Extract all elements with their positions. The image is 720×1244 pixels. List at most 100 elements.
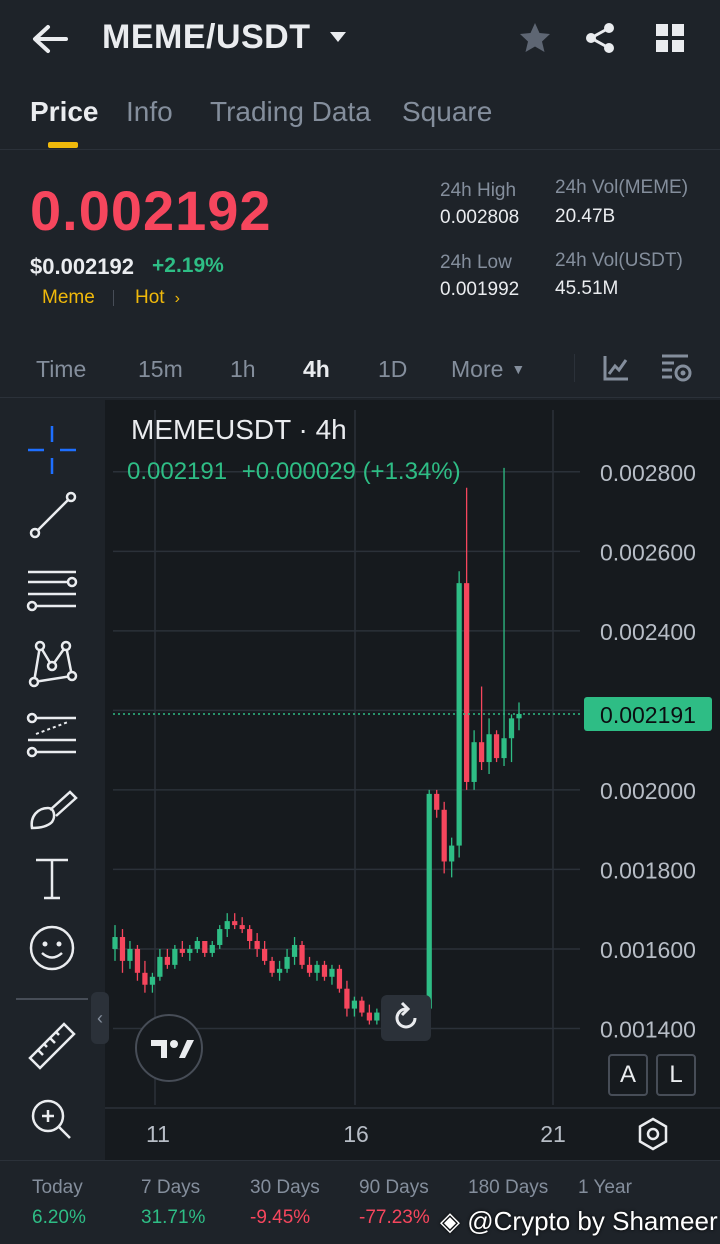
candle-body bbox=[149, 976, 156, 985]
share-icon[interactable] bbox=[582, 20, 618, 56]
perf-value: -9.45% bbox=[250, 1207, 311, 1228]
chart-symbol: MEMEUSDT · 4h bbox=[131, 414, 347, 445]
candle-body bbox=[464, 583, 470, 782]
candle-body bbox=[329, 968, 335, 977]
current-price-label: 0.002191 bbox=[600, 702, 696, 728]
header: MEME/USDT bbox=[0, 0, 720, 80]
reset-chart-button[interactable] bbox=[381, 995, 431, 1041]
tab-square[interactable]: Square bbox=[402, 96, 492, 128]
zoom-in-icon[interactable] bbox=[22, 1086, 82, 1146]
candle-body bbox=[449, 845, 455, 862]
trend-line-icon[interactable] bbox=[22, 486, 82, 546]
candle-body bbox=[374, 1012, 380, 1021]
horizontal-lines-icon[interactable] bbox=[22, 560, 82, 620]
candle-body bbox=[119, 937, 126, 961]
pattern-icon[interactable] bbox=[22, 632, 82, 692]
interval-1h[interactable]: 1h bbox=[230, 356, 256, 383]
perf-90d[interactable]: 90 Days -77.23% bbox=[359, 1177, 430, 1229]
y-tick-label: 0.002800 bbox=[600, 460, 696, 486]
y-tick-label: 0.002400 bbox=[600, 619, 696, 645]
watermark-text: @Crypto by Shameer bbox=[467, 1206, 718, 1236]
fib-retracement-icon[interactable] bbox=[22, 704, 82, 764]
toolbar-divider bbox=[16, 998, 88, 1000]
indicator-icon[interactable] bbox=[602, 354, 630, 382]
tab-info[interactable]: Info bbox=[126, 96, 173, 128]
y-tick-label: 0.002000 bbox=[600, 778, 696, 804]
tag-hot-label: Hot bbox=[135, 287, 165, 308]
candle-body bbox=[501, 738, 507, 759]
perf-label: 30 Days bbox=[250, 1177, 320, 1198]
tab-trading-data[interactable]: Trading Data bbox=[210, 96, 371, 128]
grid-icon[interactable] bbox=[652, 20, 688, 56]
interval-divider bbox=[574, 354, 575, 382]
drawing-toolbar bbox=[0, 400, 105, 1160]
candle-body bbox=[306, 964, 313, 973]
ruler-icon[interactable] bbox=[22, 1016, 82, 1076]
candle-body bbox=[471, 742, 477, 782]
x-tick-label: 16 bbox=[343, 1121, 369, 1147]
auto-scale-button[interactable]: A bbox=[608, 1054, 648, 1096]
tab-price[interactable]: Price bbox=[30, 96, 99, 128]
last-price: 0.002192 bbox=[30, 179, 272, 242]
y-tick-label: 0.001400 bbox=[600, 1016, 696, 1042]
candle-body bbox=[142, 972, 148, 985]
y-tick-label: 0.001600 bbox=[600, 937, 696, 963]
collapse-toolbar-button[interactable]: ‹ bbox=[91, 992, 109, 1044]
perf-label: 180 Days bbox=[468, 1177, 549, 1198]
x-tick-label: 11 bbox=[146, 1121, 170, 1147]
back-arrow-icon[interactable] bbox=[30, 22, 70, 56]
perf-30d[interactable]: 30 Days -9.45% bbox=[250, 1177, 320, 1229]
y-tick-label: 0.001800 bbox=[600, 857, 696, 883]
crosshair-icon[interactable] bbox=[22, 420, 82, 480]
emoji-icon[interactable] bbox=[22, 918, 82, 978]
gear-icon[interactable] bbox=[635, 1116, 671, 1152]
perf-value: 31.71% bbox=[141, 1207, 206, 1228]
candle-body bbox=[486, 734, 492, 763]
interval-more[interactable]: More ▼ bbox=[451, 356, 525, 383]
vol-base-label: 24h Vol(MEME) bbox=[555, 177, 689, 198]
candle-body bbox=[366, 1012, 372, 1021]
candle-body bbox=[493, 734, 500, 759]
reset-icon bbox=[395, 1001, 417, 1029]
candle-body bbox=[441, 809, 447, 862]
pair-title[interactable]: MEME/USDT bbox=[102, 18, 311, 57]
candle-body bbox=[426, 793, 432, 1009]
tag-hot[interactable]: Hot › bbox=[135, 287, 180, 309]
candle-body bbox=[276, 968, 283, 973]
vol-base-value: 20.47B bbox=[555, 206, 616, 227]
candle-body bbox=[284, 956, 290, 969]
x-tick-label: 21 bbox=[540, 1121, 566, 1147]
tab-bar: Price Info Trading Data Square bbox=[0, 90, 720, 150]
perf-1y[interactable]: 1 Year bbox=[578, 1177, 632, 1207]
interval-1d[interactable]: 1D bbox=[378, 356, 407, 383]
perf-label: 90 Days bbox=[359, 1177, 429, 1198]
candle-body bbox=[336, 968, 343, 989]
brush-icon[interactable] bbox=[22, 778, 82, 838]
interval-time[interactable]: Time bbox=[36, 356, 86, 383]
perf-180d[interactable]: 180 Days bbox=[468, 1177, 548, 1207]
text-tool-icon[interactable] bbox=[22, 848, 82, 908]
candle-body bbox=[232, 921, 238, 926]
chart-settings-icon[interactable] bbox=[660, 352, 692, 384]
perf-value: 6.20% bbox=[32, 1207, 86, 1228]
candle-body bbox=[209, 944, 215, 953]
perf-label: 1 Year bbox=[578, 1177, 632, 1198]
candle-body bbox=[321, 964, 328, 977]
caret-down-icon[interactable] bbox=[328, 30, 348, 44]
ohlc-change: +0.000029 (+1.34%) bbox=[241, 458, 461, 485]
tag-divider bbox=[113, 290, 114, 306]
candle-body bbox=[134, 948, 141, 973]
watermark: ◈ @Crypto by Shameer bbox=[440, 1206, 718, 1237]
perf-label: Today bbox=[32, 1177, 83, 1198]
candle-body bbox=[164, 956, 170, 965]
log-scale-button[interactable]: L bbox=[656, 1054, 696, 1096]
interval-4h[interactable]: 4h bbox=[303, 356, 330, 383]
tag-meme[interactable]: Meme bbox=[42, 287, 95, 309]
interval-15m[interactable]: 15m bbox=[138, 356, 183, 383]
star-icon[interactable] bbox=[517, 20, 553, 56]
tradingview-logo[interactable] bbox=[135, 1014, 203, 1082]
perf-7d[interactable]: 7 Days 31.71% bbox=[141, 1177, 205, 1229]
chart-area[interactable]: 0.0028000.0026000.0024000.0022000.002000… bbox=[91, 400, 720, 1160]
perf-today[interactable]: Today 6.20% bbox=[32, 1177, 86, 1229]
candle-body bbox=[157, 956, 163, 977]
